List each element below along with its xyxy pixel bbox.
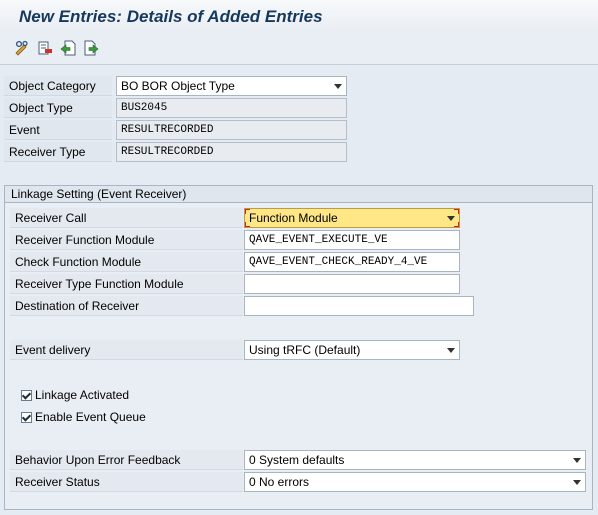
chevron-down-icon (447, 348, 455, 353)
chevron-down-icon (573, 458, 581, 463)
content-area: Object Category BO BOR Object Type Objec… (0, 65, 598, 515)
event-delivery-value: Using tRFC (Default) (249, 343, 361, 357)
receiver-type-function-module-label: Receiver Type Function Module (10, 274, 243, 294)
object-type-field: BUS2045 (116, 98, 347, 118)
check-function-module-input[interactable]: QAVE_EVENT_CHECK_READY_4_VE (244, 252, 460, 272)
enable-event-queue-checkbox[interactable]: Enable Event Queue (21, 408, 146, 426)
checkbox-checked-icon[interactable] (21, 390, 32, 402)
object-category-value: BO BOR Object Type (121, 79, 235, 93)
event-label: Event (4, 120, 112, 140)
behavior-on-error-label: Behavior Upon Error Feedback (10, 450, 243, 470)
receiver-function-module-input[interactable]: QAVE_EVENT_EXECUTE_VE (244, 230, 460, 250)
receiver-call-label: Receiver Call (10, 208, 243, 228)
focus-corner (454, 222, 459, 227)
previous-entry-icon[interactable] (60, 40, 76, 56)
focus-corner (245, 222, 250, 227)
chevron-down-icon (447, 216, 455, 221)
receiver-call-value: Function Module (249, 211, 338, 225)
receiver-status-value: 0 No errors (249, 475, 310, 489)
behavior-on-error-select[interactable]: 0 System defaults (244, 450, 586, 470)
check-function-module-label: Check Function Module (10, 252, 243, 272)
receiver-status-label: Receiver Status (10, 472, 243, 492)
linkage-activated-checkbox[interactable]: Linkage Activated (21, 386, 129, 404)
focus-corner (245, 209, 250, 214)
page-title: New Entries: Details of Added Entries (19, 7, 323, 26)
destination-of-receiver-input[interactable] (244, 296, 474, 316)
receiver-function-module-label: Receiver Function Module (10, 230, 243, 250)
chevron-down-icon (573, 480, 581, 485)
delete-entry-icon[interactable] (37, 40, 53, 56)
event-field: RESULTRECORDED (116, 120, 347, 140)
receiver-type-label: Receiver Type (4, 142, 112, 162)
title-bar: New Entries: Details of Added Entries (0, 0, 598, 34)
edit-glasses-icon[interactable] (14, 40, 30, 56)
linkage-setting-group: Linkage Setting (Event Receiver) Receive… (4, 185, 593, 510)
object-type-label: Object Type (4, 98, 112, 118)
chevron-down-icon (334, 84, 342, 89)
receiver-type-field: RESULTRECORDED (116, 142, 347, 162)
focus-corner (454, 209, 459, 214)
object-category-label: Object Category (4, 76, 112, 96)
linkage-activated-label: Linkage Activated (35, 388, 130, 402)
enable-event-queue-label: Enable Event Queue (35, 410, 146, 424)
receiver-type-function-module-input[interactable] (244, 274, 460, 294)
destination-of-receiver-label: Destination of Receiver (10, 296, 243, 316)
next-entry-icon[interactable] (83, 40, 99, 56)
event-delivery-label: Event delivery (10, 340, 243, 360)
object-category-select[interactable]: BO BOR Object Type (116, 76, 347, 96)
toolbar (0, 34, 598, 65)
linkage-group-title: Linkage Setting (Event Receiver) (5, 186, 592, 203)
behavior-on-error-value: 0 System defaults (249, 453, 345, 467)
checkbox-checked-icon[interactable] (21, 412, 32, 424)
receiver-call-select[interactable]: Function Module (244, 208, 460, 228)
receiver-status-select[interactable]: 0 No errors (244, 472, 586, 492)
event-delivery-select[interactable]: Using tRFC (Default) (244, 340, 460, 360)
